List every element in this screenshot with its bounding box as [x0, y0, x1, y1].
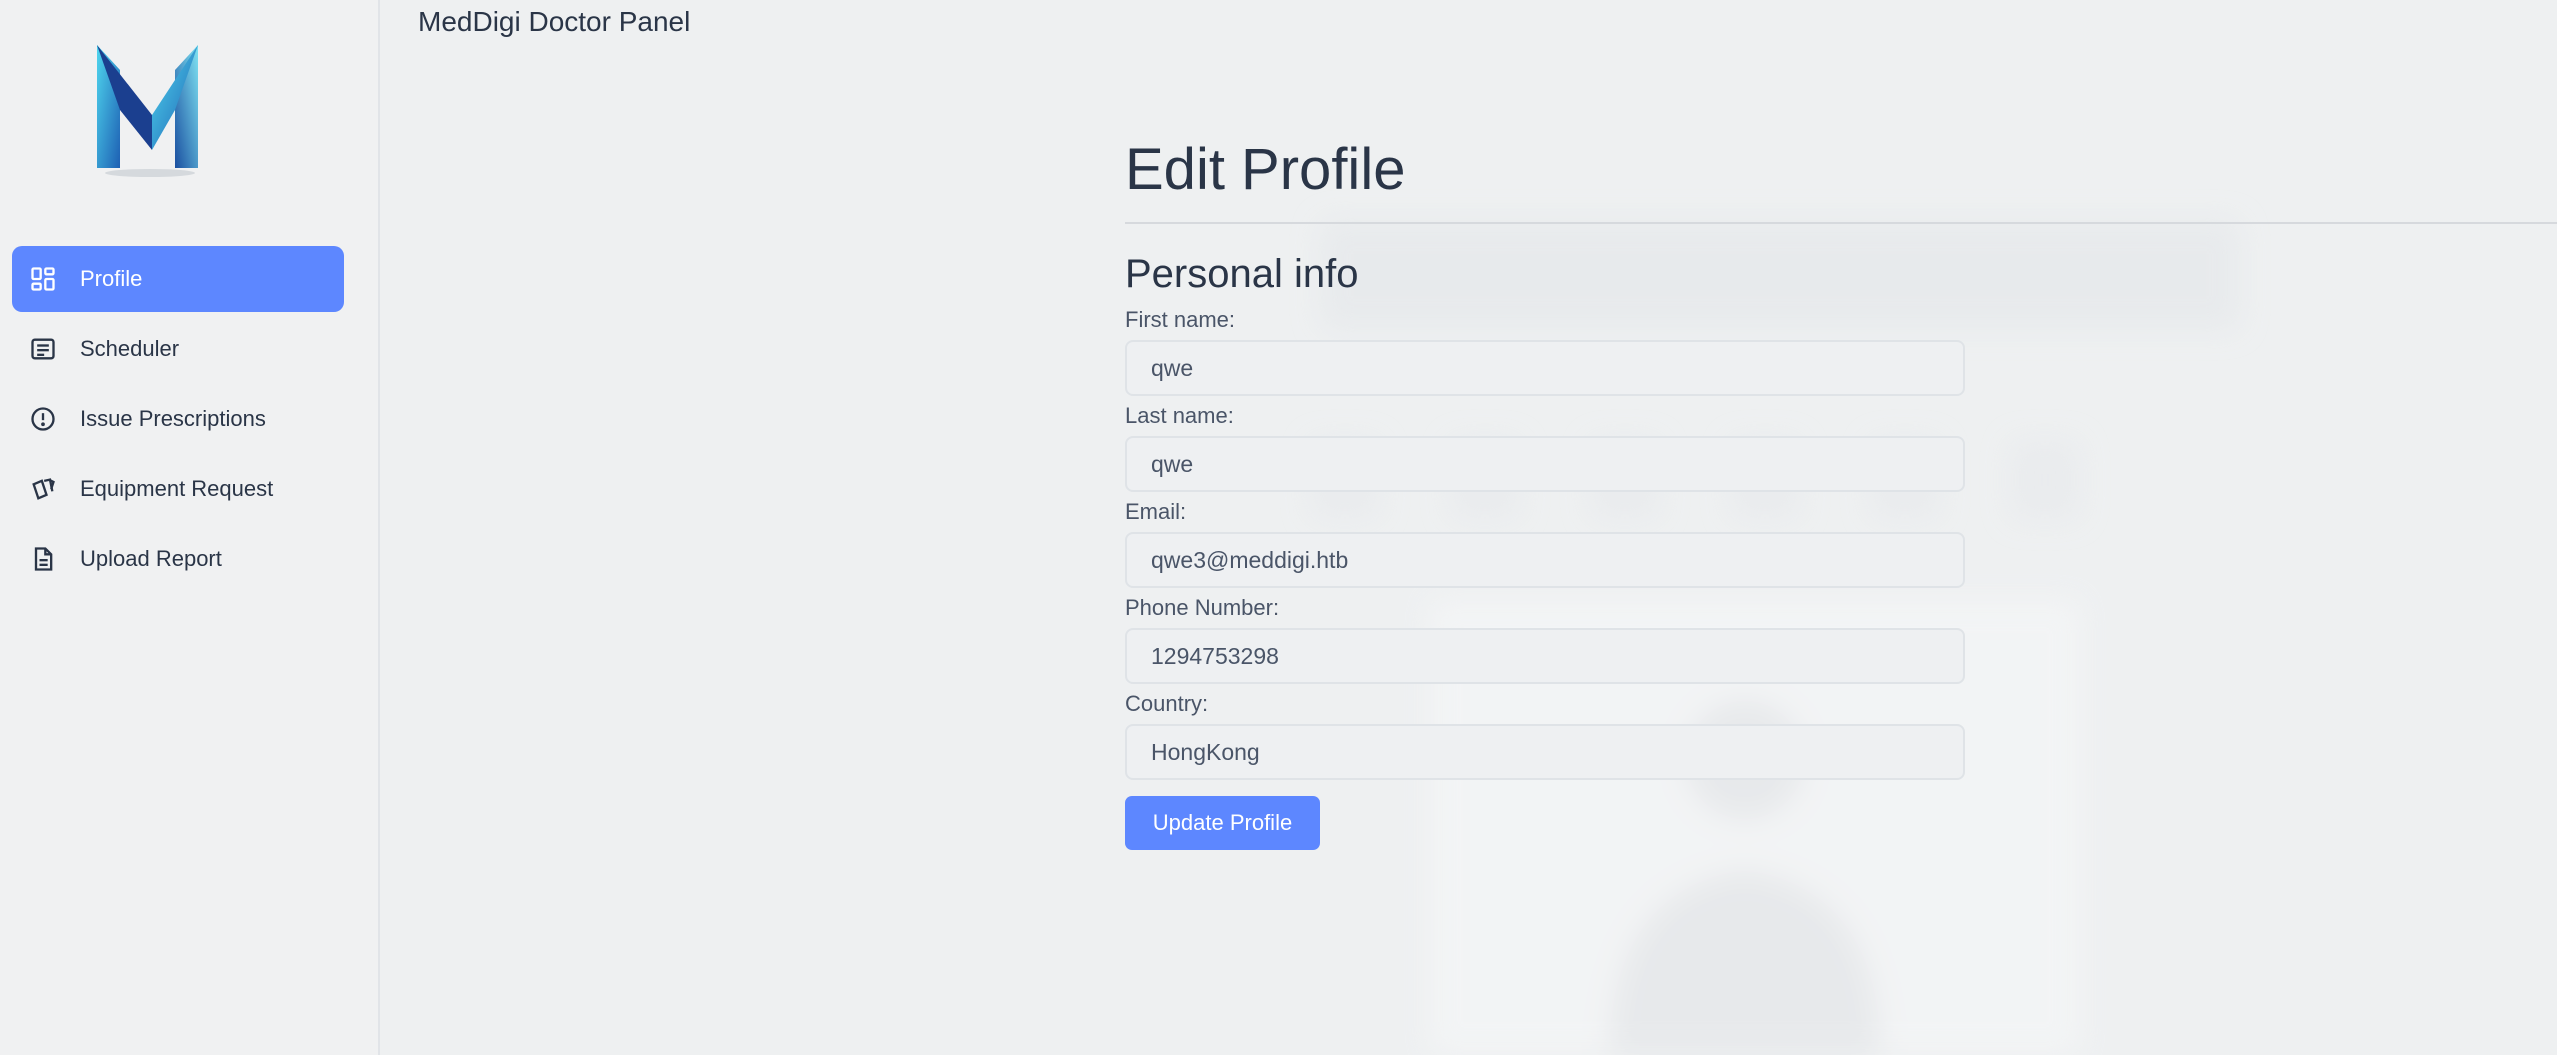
page-title: Edit Profile: [1125, 137, 1406, 202]
sidebar: Profile Scheduler Issue Prescriptions Eq…: [0, 0, 380, 1055]
email-label: Email:: [1125, 499, 1187, 524]
app-title: MedDigi Doctor Panel: [418, 6, 691, 37]
last-name-label: Last name:: [1125, 403, 1234, 428]
country-label: Country:: [1125, 691, 1209, 716]
sidebar-item-profile[interactable]: Profile: [12, 246, 344, 312]
email-field-group: Email: qwe3@meddigi.htb: [1125, 498, 2557, 588]
last-name-input[interactable]: qwe: [1125, 436, 1965, 492]
document-icon: [28, 544, 58, 574]
phone-label: Phone Number:: [1125, 595, 1280, 620]
last-name-field-group: Last name: qwe: [1125, 402, 2557, 492]
country-field-group: Country: HongKong: [1125, 690, 2557, 780]
first-name-input[interactable]: qwe: [1125, 340, 1965, 396]
country-input[interactable]: HongKong: [1125, 724, 1965, 780]
sidebar-item-label: Profile: [80, 266, 143, 291]
dashboard-icon: [28, 264, 58, 294]
section-title: Personal info: [1125, 252, 1359, 296]
first-name-field-group: First name: qwe: [1125, 306, 2557, 396]
sidebar-nav: Profile Scheduler Issue Prescriptions Eq…: [12, 246, 344, 596]
sidebar-item-label: Scheduler: [80, 336, 180, 361]
list-icon: [28, 334, 58, 364]
alert-circle-icon: [28, 404, 58, 434]
sidebar-item-label: Issue Prescriptions: [80, 406, 266, 431]
edit-profile-form: Edit Profile Personal info First name: q…: [1125, 130, 2557, 850]
sidebar-item-label: Upload Report: [80, 546, 222, 571]
sidebar-item-equipment-request[interactable]: Equipment Request: [12, 456, 344, 522]
email-input[interactable]: qwe3@meddigi.htb: [1125, 532, 1965, 588]
sidebar-item-label: Equipment Request: [80, 476, 274, 501]
sidebar-item-upload-report[interactable]: Upload Report: [12, 526, 344, 592]
update-profile-button[interactable]: Update Profile: [1125, 796, 1320, 850]
first-name-label: First name:: [1125, 307, 1236, 332]
cards-icon: [28, 474, 58, 504]
phone-field-group: Phone Number: 1294753298: [1125, 594, 2557, 684]
phone-input[interactable]: 1294753298: [1125, 628, 1965, 684]
sidebar-item-scheduler[interactable]: Scheduler: [12, 316, 344, 382]
sidebar-item-issue-prescriptions[interactable]: Issue Prescriptions: [12, 386, 344, 452]
meddigi-logo: [97, 45, 198, 177]
divider: [1125, 222, 2557, 224]
